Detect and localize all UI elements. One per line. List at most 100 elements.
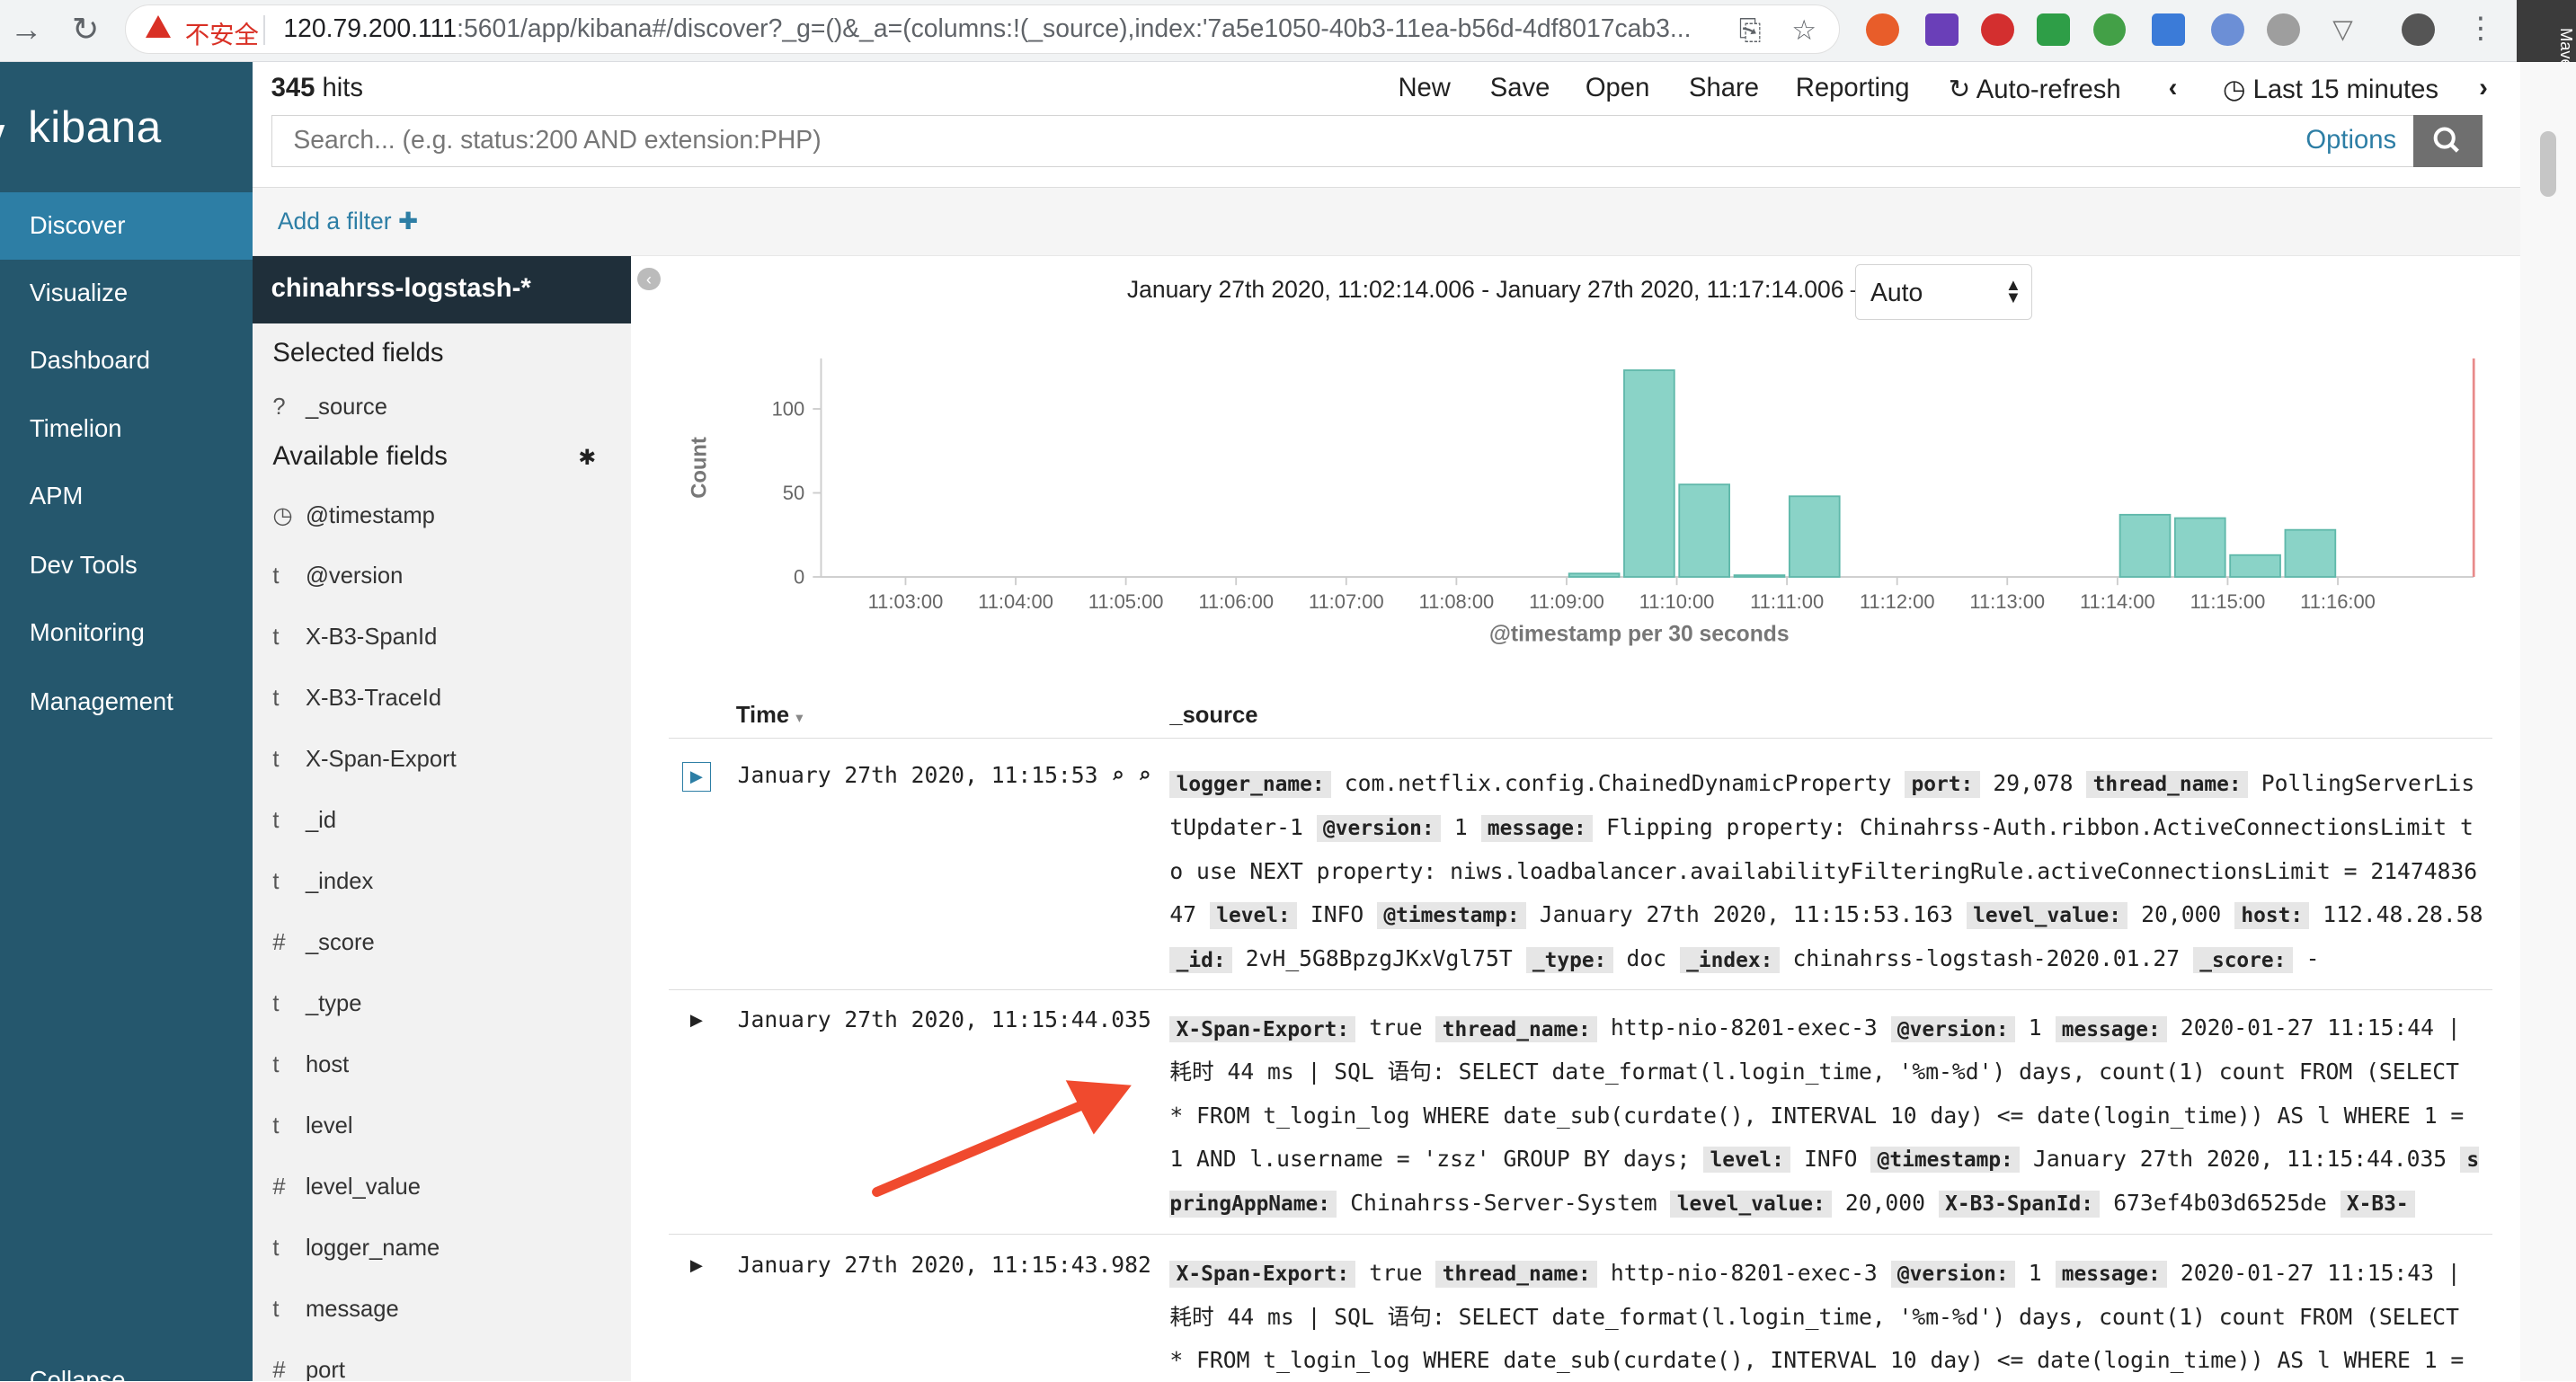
rp-extension-icon[interactable] (1925, 13, 1959, 47)
field-item[interactable]: ◷ @timestamp (272, 502, 435, 529)
histogram-bar[interactable] (1568, 571, 1621, 578)
auto-refresh-button[interactable]: ↻ Auto-refresh (1949, 74, 2121, 105)
sidebar-collapse[interactable]: Collapse (0, 1347, 253, 1381)
kibana-logo[interactable]: kibana (28, 102, 162, 153)
sidebar-item-visualize[interactable]: Visualize (0, 260, 253, 327)
sidebar-item-monitoring[interactable]: Monitoring (0, 599, 253, 667)
search-input[interactable] (271, 115, 2293, 165)
expand-row-icon[interactable]: ▶ (682, 1252, 712, 1281)
x-tick-label: 11:14:00 (2080, 589, 2155, 612)
s-extension-icon[interactable] (2152, 13, 2185, 47)
field-item[interactable]: t logger_name (272, 1236, 440, 1262)
kibana-sidebar: kibana Discover Visualize Dashboard Time… (0, 62, 253, 1382)
histogram-bar[interactable] (2284, 528, 2337, 578)
row-source: X-Span-Export: true thread_name: http-ni… (1169, 1252, 2483, 1381)
histogram-bar[interactable] (1789, 494, 1841, 578)
sort-desc-icon[interactable]: ▾ (795, 710, 803, 726)
reload-icon[interactable]: ↻ (66, 11, 105, 48)
add-filter-link[interactable]: Add a filter ✚ (278, 208, 418, 235)
gear-icon[interactable]: ✱ (578, 445, 596, 471)
source-field-key: thread_name: (2086, 771, 2248, 798)
time-back-chevron-icon[interactable]: ‹ (2169, 74, 2178, 103)
index-pattern-title[interactable]: chinahrss-logstash-* (253, 256, 631, 324)
field-item[interactable]: # level_value (272, 1174, 421, 1200)
bookmark-star-icon[interactable]: ☆ (1791, 14, 1817, 47)
page-scrollbar-thumb[interactable] (2539, 131, 2557, 198)
zoom-in-icon[interactable]: ⌕ (1097, 762, 1124, 788)
sidebar-item-timelion[interactable]: Timelion (0, 395, 253, 463)
time-picker-button[interactable]: ◷ Last 15 minutes (2223, 74, 2438, 105)
menu-reporting[interactable]: Reporting (1796, 74, 1910, 103)
forward-icon[interactable]: → (6, 11, 46, 48)
source-field-value: 1 (1453, 814, 1468, 841)
url-text[interactable]: 120.79.200.111:5601/app/kibana#/discover… (283, 14, 1712, 44)
menu-new[interactable]: New (1398, 74, 1450, 103)
field-item[interactable]: # port (272, 1358, 345, 1381)
x-tick-label: 11:09:00 (1529, 589, 1604, 612)
divider (263, 15, 266, 46)
page-scrollbar[interactable] (2519, 62, 2576, 1382)
histogram-bar[interactable] (1678, 483, 1731, 578)
search-options-link[interactable]: Options (2305, 126, 2396, 155)
avatar[interactable] (2402, 13, 2435, 47)
field-item[interactable]: t _type (272, 991, 361, 1017)
translate-icon[interactable]: ⎘ (1739, 14, 1762, 48)
field-item[interactable]: t X-B3-SpanId (272, 625, 437, 651)
shield-extension-icon[interactable] (2037, 13, 2071, 47)
field-item[interactable]: t X-B3-TraceId (272, 686, 441, 712)
histogram-bar[interactable] (2229, 554, 2282, 578)
sidebar-item-management[interactable]: Management (0, 669, 253, 736)
field-type-icon: t (272, 1236, 280, 1262)
field-item[interactable]: t _id (272, 808, 336, 834)
field-item[interactable]: t @version (272, 563, 403, 589)
histogram-chart[interactable]: 0 50 100 11:03:00 11:04:00 11:05:00 11:06:00 11… (663, 339, 2503, 684)
histogram-bar[interactable] (2174, 517, 2227, 578)
menu-kebab-icon[interactable]: ⋮ (2465, 13, 2498, 47)
interval-select[interactable]: Auto ▲ ▼ (1854, 264, 2032, 321)
field-name: _type (305, 991, 362, 1017)
column-time-header[interactable]: Time ▾ (736, 703, 804, 729)
menu-save[interactable]: Save (1490, 74, 1550, 103)
table-row[interactable]: ▶ January 27th 2020, 11:15:43.982 X-Span-E… (669, 1235, 2492, 1381)
menu-open[interactable]: Open (1586, 74, 1650, 103)
search-submit-button[interactable] (2413, 114, 2483, 168)
field-item[interactable]: t X-Span-Export (272, 747, 456, 773)
badge-extension-icon[interactable] (2267, 13, 2300, 47)
field-item[interactable]: # _score (272, 930, 374, 956)
sidebar-item-dev-tools[interactable]: Dev Tools (0, 532, 253, 599)
source-field-key: host: (2234, 902, 2310, 930)
adblock-extension-icon[interactable] (1981, 13, 2014, 47)
sidebar-item-apm[interactable]: APM (0, 463, 253, 530)
histogram-bar[interactable] (2119, 513, 2172, 578)
expand-row-icon[interactable]: ▶ (682, 1006, 712, 1036)
sidebar-item-dashboard[interactable]: Dashboard (0, 327, 253, 394)
collapse-sidebar-icon[interactable]: ‹ (637, 267, 661, 291)
proxy-extension-icon[interactable] (2211, 13, 2244, 47)
weibo-extension-icon[interactable] (1866, 13, 1899, 47)
address-bar[interactable]: 不安全 120.79.200.111:5601/app/kibana#/disc… (124, 4, 1841, 55)
vue-extension-icon[interactable]: ▽ (2326, 13, 2359, 47)
menu-share[interactable]: Share (1689, 74, 1759, 103)
field-item[interactable]: t level (272, 1113, 352, 1139)
y-tick-label: 100 (772, 397, 805, 420)
field-item[interactable]: t host (272, 1052, 349, 1078)
field-type-icon: t (272, 747, 280, 773)
source-field-key: X-B3-SpanId: (1938, 1190, 2101, 1218)
plus-icon: ✚ (397, 208, 419, 235)
time-forward-chevron-icon[interactable]: › (2479, 74, 2488, 103)
field-name: logger_name (305, 1236, 440, 1262)
field-item[interactable]: t message (272, 1297, 398, 1323)
source-field-value: 673ef4b03d6525de (2113, 1189, 2327, 1216)
evernote-extension-icon[interactable] (2092, 13, 2127, 47)
field-item[interactable]: ? _source (272, 394, 387, 421)
row-time: January 27th 2020, 11:15:53 ⌕ ⌕ (738, 762, 1151, 788)
source-field-key: message: (1480, 815, 1594, 842)
field-item[interactable]: t _index (272, 869, 373, 895)
field-type-icon: ◷ (272, 503, 293, 529)
histogram-bar[interactable] (1623, 368, 1676, 578)
histogram-bar[interactable] (1734, 573, 1786, 578)
zoom-out-icon[interactable]: ⌕ (1124, 762, 1151, 788)
table-row[interactable]: ▶ January 27th 2020, 11:15:53 ⌕ ⌕ logger_n… (668, 746, 2492, 991)
expand-row-icon[interactable]: ▶ (681, 762, 712, 792)
sidebar-item-discover[interactable]: Discover (0, 191, 253, 260)
